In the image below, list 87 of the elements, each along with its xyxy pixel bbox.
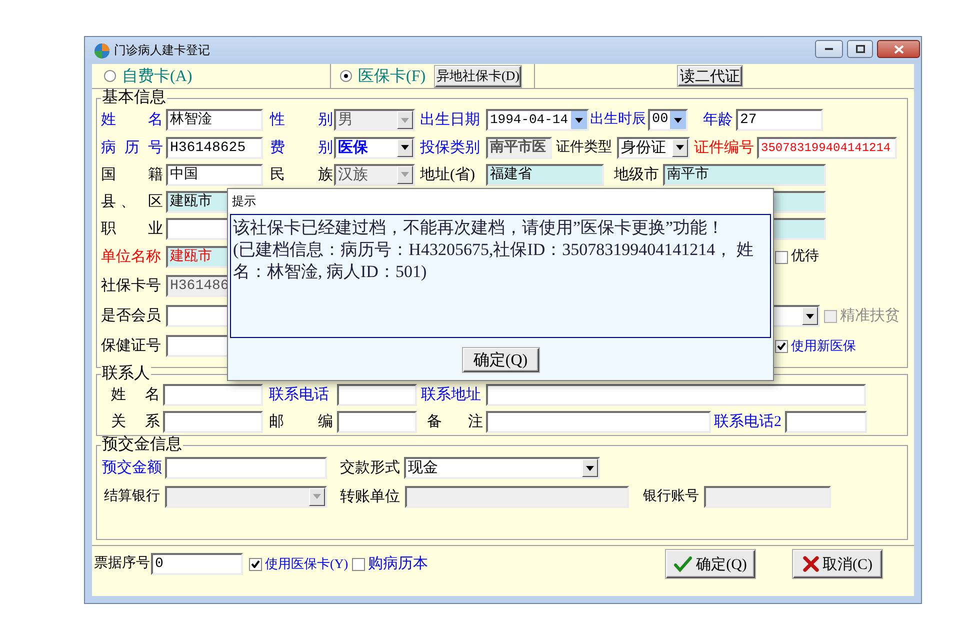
- field-label: 病 历 号: [101, 138, 163, 158]
- field-label: 姓 名: [101, 111, 163, 130]
- close-icon: [894, 44, 904, 54]
- field-label: 结算银行: [104, 488, 161, 506]
- text-field[interactable]: [163, 384, 263, 406]
- field-label: 证件编号: [694, 138, 755, 158]
- radio-label[interactable]: 医保卡(F): [358, 66, 426, 86]
- radio-button[interactable]: [340, 70, 352, 82]
- close-button[interactable]: [877, 40, 920, 58]
- group-title: 基本信息: [101, 89, 167, 107]
- dropdown[interactable]: 现金: [404, 457, 600, 479]
- field-label: 邮 编: [269, 412, 333, 432]
- field-label: 交款形式: [340, 458, 400, 478]
- message-text: 该社保卡已经建过档，不能再次建档，请使用”医保卡更换”功能！: [233, 217, 724, 239]
- field-label: 预交金额: [102, 458, 162, 478]
- text-field[interactable]: 林智淦: [166, 109, 263, 131]
- text-field[interactable]: 福建省: [486, 164, 604, 186]
- field-label: 证件类型: [556, 138, 613, 156]
- text-field[interactable]: 南平市: [663, 164, 826, 186]
- maximize-icon: [856, 45, 864, 53]
- field-label: 出生时辰: [590, 110, 647, 129]
- cancel-button[interactable]: 取消(C): [793, 550, 882, 578]
- minimize-button[interactable]: [815, 40, 843, 58]
- group-title: 预交金信息: [101, 436, 183, 454]
- field-label: 转账单位: [340, 488, 400, 506]
- checkbox[interactable]: [352, 558, 365, 570]
- toolbar-button[interactable]: 异地社保卡(D): [435, 66, 521, 86]
- text-field[interactable]: 27: [736, 109, 823, 131]
- field-label: 职 业: [101, 220, 163, 239]
- minimize-icon: [825, 48, 833, 50]
- window-title: 门诊病人建卡登记: [114, 42, 210, 59]
- group-title: 联系人: [101, 365, 151, 383]
- dropdown[interactable]: 身份证: [617, 136, 690, 158]
- field-label: 性 别: [270, 110, 333, 130]
- field-label: 保健证号: [101, 337, 162, 356]
- radio-label[interactable]: 自费卡(A): [122, 66, 192, 86]
- field-label: 姓 名: [111, 386, 160, 404]
- field-label: 年龄: [703, 110, 733, 130]
- checkbox-label[interactable]: 使用医保卡(Y): [265, 555, 349, 573]
- checkbox-label[interactable]: 购病历本: [368, 555, 432, 573]
- field-label: 单位名称: [101, 248, 162, 267]
- dropdown[interactable]: 00: [648, 109, 688, 131]
- field-label: 银行账号: [643, 488, 700, 506]
- logo-icon: [94, 42, 110, 58]
- text-field[interactable]: H36148625: [166, 136, 263, 158]
- text-field[interactable]: [486, 410, 711, 432]
- maximize-button[interactable]: [847, 40, 873, 58]
- field-label: 票据序号: [94, 554, 150, 573]
- field-label: 地级市: [614, 165, 660, 184]
- checkbox[interactable]: [775, 250, 788, 264]
- text-field[interactable]: [165, 457, 327, 479]
- text-field[interactable]: [486, 384, 866, 406]
- field-label: 是否会员: [101, 307, 162, 326]
- text-field[interactable]: [337, 410, 417, 432]
- field-label: 关 系: [111, 412, 160, 432]
- field-label: 县、 区: [101, 192, 163, 212]
- field-label: 备 注: [427, 412, 483, 432]
- text-field[interactable]: [785, 410, 867, 432]
- field-label: 联系电话2: [714, 412, 782, 432]
- dropdown[interactable]: 1994-04-14: [486, 109, 589, 131]
- confirm-button[interactable]: 确定(Q): [666, 550, 755, 578]
- field-label: 民 族: [270, 166, 333, 184]
- field-label: 投保类别: [420, 138, 481, 158]
- field-label: 联系地址: [421, 386, 482, 404]
- text-field[interactable]: 0: [151, 553, 243, 575]
- dropdown[interactable]: 医保: [334, 136, 415, 158]
- field-label: 联系电话: [269, 386, 330, 404]
- dialog-title: 提示: [232, 193, 256, 210]
- cross-icon: [802, 556, 818, 572]
- field-label: 地址(省): [420, 166, 476, 184]
- ok-button[interactable]: 确定(Q): [462, 348, 538, 372]
- check-icon: [674, 556, 692, 572]
- text-field[interactable]: [163, 410, 263, 432]
- checkbox[interactable]: [249, 558, 262, 570]
- toolbar-button[interactable]: 读二代证: [678, 66, 742, 86]
- message-text: (已建档信息：病历号：H43205675,社保ID：350783199404141214， 姓名：林智淦, 病人ID：501): [233, 239, 754, 283]
- field-label: 国 籍: [101, 166, 163, 184]
- field-label: 出生日期: [420, 110, 481, 130]
- field-label: 费 别: [270, 138, 333, 158]
- checkbox[interactable]: [775, 340, 788, 352]
- text-field[interactable]: 中国: [166, 164, 263, 186]
- text-field[interactable]: [337, 384, 417, 406]
- text-field[interactable]: 350783199404141214: [757, 136, 897, 158]
- radio-button[interactable]: [104, 70, 116, 82]
- checkbox-label[interactable]: 使用新医保: [791, 337, 859, 355]
- checkbox-label[interactable]: 优待: [791, 248, 819, 266]
- field-label: 社保卡号: [101, 276, 162, 296]
